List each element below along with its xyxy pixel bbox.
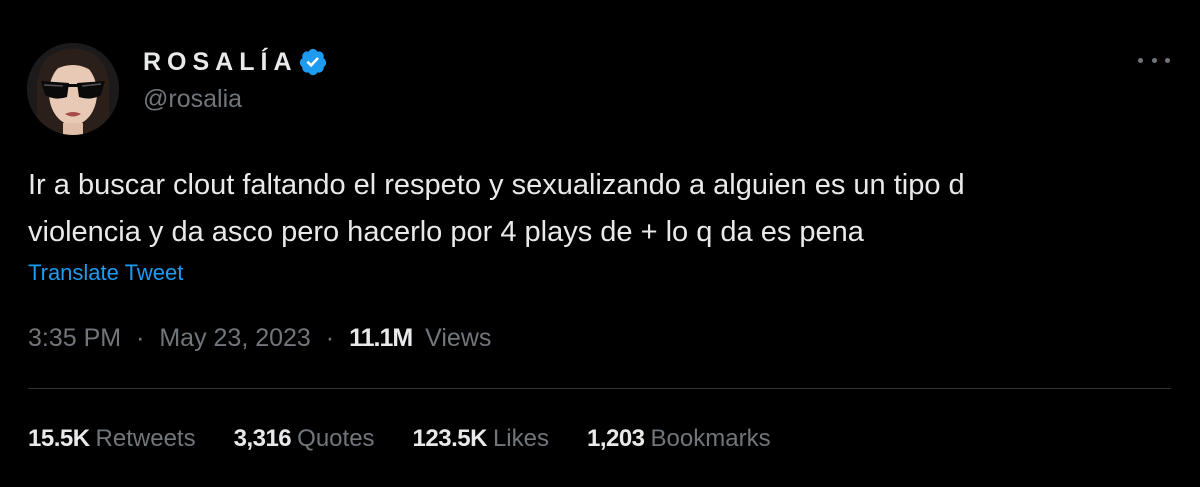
profile-avatar[interactable] — [27, 43, 119, 135]
tweet-text: Ir a buscar clout faltando el respeto y … — [28, 162, 1178, 256]
tweet-text-line: violencia y da asco pero hacerlo por 4 p… — [28, 216, 864, 248]
likes-label: Likes — [492, 425, 549, 452]
more-dot — [1165, 57, 1170, 63]
meta-separator: · — [325, 324, 335, 352]
bookmarks-count: 1,203 — [586, 425, 645, 452]
retweets-count: 15.5K — [28, 425, 90, 452]
tweet-stats: 15.5K Retweets 3,316 Quotes 123.5K Likes 1,… — [28, 425, 809, 453]
retweets-stat[interactable]: 15.5K Retweets — [28, 425, 196, 453]
meta-separator: · — [136, 324, 145, 352]
tweet-time[interactable]: 3:35 PM — [28, 324, 121, 352]
tweet-date[interactable]: May 23, 2023 — [159, 324, 311, 352]
bookmarks-label: Bookmarks — [650, 425, 771, 452]
quotes-count: 3,316 — [233, 425, 292, 452]
translate-tweet-link[interactable]: Translate Tweet — [28, 260, 183, 286]
more-dot — [1151, 57, 1157, 63]
more-options-icon[interactable] — [1138, 48, 1170, 72]
author-name-row[interactable]: ROSALÍA — [143, 44, 328, 80]
bookmarks-stat[interactable]: 1,203 Bookmarks — [587, 425, 771, 453]
tweet-text-line: Ir a buscar clout faltando el respeto y … — [28, 169, 965, 201]
avatar-image — [27, 43, 119, 135]
retweets-label: Retweets — [95, 425, 196, 452]
more-dot — [1138, 57, 1143, 63]
verified-badge-icon — [298, 47, 328, 77]
divider — [28, 388, 1171, 389]
views-label: Views — [425, 324, 492, 352]
tweet-card: ROSALÍA @rosalia Ir a buscar clout falta… — [0, 0, 1200, 487]
quotes-stat[interactable]: 3,316 Quotes — [234, 425, 375, 453]
likes-count: 123.5K — [412, 425, 488, 452]
tweet-meta: 3:35 PM · May 23, 2023 · 11.1M Views — [28, 324, 491, 353]
likes-stat[interactable]: 123.5K Likes — [413, 425, 549, 453]
author-handle[interactable]: @rosalia — [143, 85, 242, 114]
views-count: 11.1M — [349, 324, 413, 352]
author-display-name[interactable]: ROSALÍA — [143, 48, 298, 77]
quotes-label: Quotes — [297, 425, 375, 452]
